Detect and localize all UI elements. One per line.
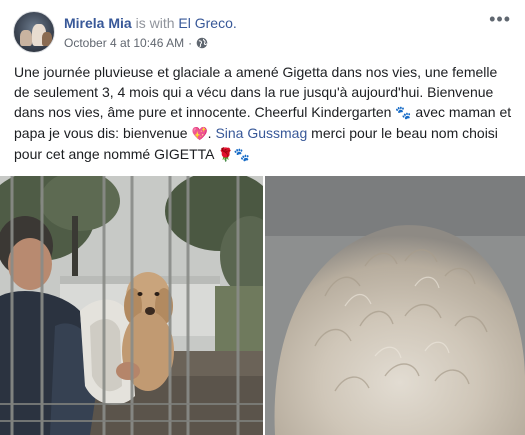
paw-prints-icon: 🐾: [395, 105, 412, 120]
globe-icon[interactable]: [196, 37, 208, 49]
heart-icon: 💖: [191, 126, 208, 141]
post-timestamp-link[interactable]: October 4 at 10:46 AM: [64, 35, 184, 51]
rose-icon: 🌹: [217, 147, 234, 162]
photo-man-holding-puppy[interactable]: [0, 176, 263, 435]
tagged-place-link[interactable]: El Greco.: [178, 15, 236, 31]
photo-puppy-closeup[interactable]: [265, 176, 525, 435]
photo-grid: [0, 176, 525, 435]
post-meta: October 4 at 10:46 AM ·: [64, 35, 208, 51]
post-text: Une journée pluvieuse et glaciale a amen…: [14, 62, 514, 165]
with-label: is with: [135, 15, 175, 31]
paw-prints-icon: 🐾: [233, 147, 250, 162]
facebook-post: Mirela Mia is with El Greco. October 4 a…: [0, 0, 525, 435]
more-options-icon[interactable]: •••: [489, 10, 511, 28]
avatar[interactable]: [13, 11, 55, 53]
mention-link[interactable]: Sina Gussmag: [215, 125, 307, 141]
post-header: Mirela Mia is with El Greco.: [64, 14, 237, 32]
author-name-link[interactable]: Mirela Mia: [64, 15, 132, 31]
meta-separator: ·: [188, 36, 193, 50]
